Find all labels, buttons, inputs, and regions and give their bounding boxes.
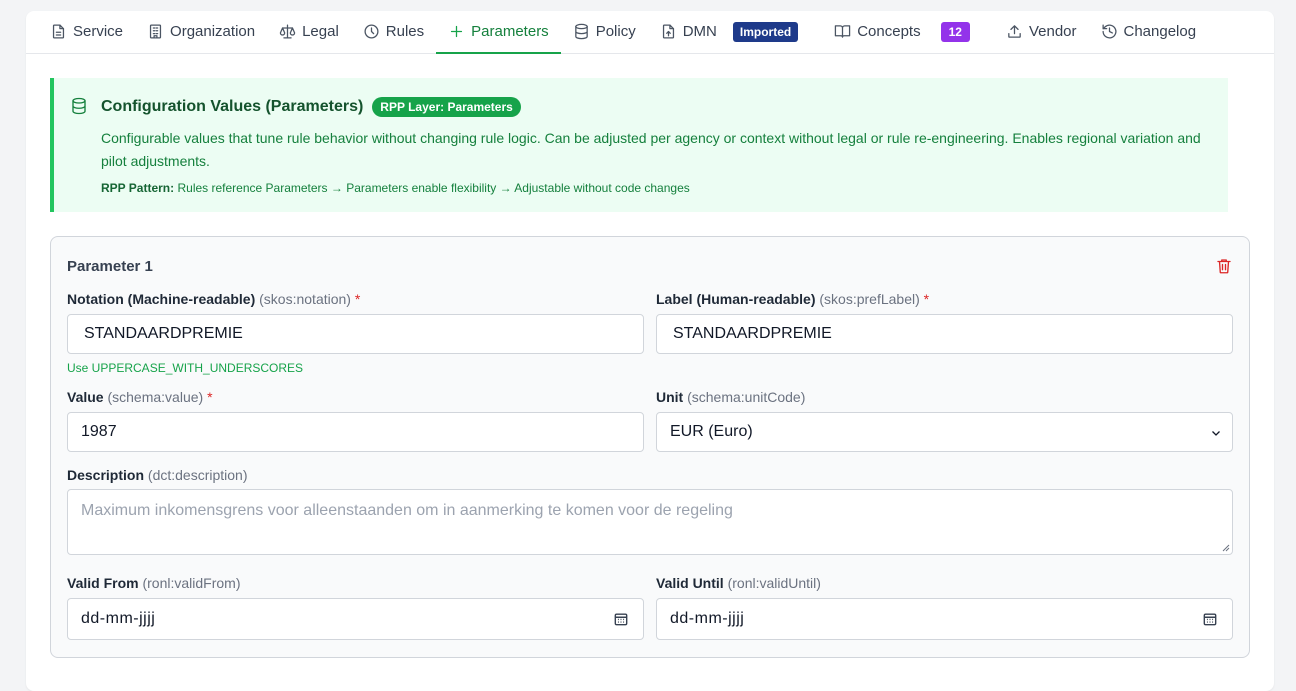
valid-from-date-input[interactable]: dd-mm-jjjj	[67, 598, 644, 640]
description-placeholder: Maximum inkomensgrens voor alleenstaande…	[81, 502, 733, 519]
trash-icon[interactable]	[1215, 257, 1233, 275]
tab-dmn[interactable]: DMN Imported	[648, 11, 811, 54]
book-icon	[834, 25, 851, 38]
valid-from-placeholder: dd-mm-jjjj	[81, 610, 156, 627]
notation-value: STANDAARDPREMIE	[84, 325, 243, 342]
tab-label: Legal	[302, 23, 339, 40]
history-icon	[1101, 24, 1116, 39]
rpp-layer-badge: RPP Layer: Parameters	[372, 97, 521, 117]
valid-until-date-input[interactable]: dd-mm-jjjj	[656, 598, 1233, 640]
notation-hint: (skos:notation)	[259, 291, 351, 307]
tab-label: Changelog	[1123, 23, 1197, 40]
scale-icon	[279, 24, 296, 39]
valid-until-placeholder: dd-mm-jjjj	[670, 610, 745, 627]
tab-label: Service	[73, 23, 124, 40]
tab-parameters[interactable]: Parameters	[436, 11, 561, 54]
document-icon	[52, 24, 65, 39]
tab-concepts[interactable]: Concepts 12	[822, 11, 982, 54]
unit-selected-value: EUR (Euro)	[670, 423, 753, 440]
editor-card: Service Organization Legal Rules Paramet…	[26, 11, 1274, 691]
notation-label-text: Notation (Machine-readable)	[67, 291, 256, 307]
banner-description: Configurable values that tune rule behav…	[101, 130, 1201, 169]
imported-badge: Imported	[732, 21, 799, 42]
unit-label-text: Unit	[656, 389, 684, 405]
tab-label: Parameters	[471, 23, 549, 40]
value-hint: (schema:value)	[107, 389, 204, 405]
tab-label: Policy	[595, 23, 636, 40]
database-icon	[70, 96, 88, 116]
rpp-pattern: RPP Pattern: Rules reference Parameters …	[101, 181, 690, 195]
parameter-title: Parameter 1	[67, 258, 153, 275]
calendar-icon[interactable]	[1203, 612, 1217, 626]
description-label: Description (dct:description)	[67, 467, 248, 483]
unit-hint: (schema:unitCode)	[687, 389, 806, 405]
tab-label: Concepts	[857, 23, 921, 40]
description-textarea[interactable]: Maximum inkomensgrens voor alleenstaande…	[67, 489, 1233, 555]
notation-input[interactable]: STANDAARDPREMIE	[67, 314, 644, 354]
description-label-text: Description	[67, 467, 145, 483]
unit-select[interactable]: EUR (Euro)	[656, 412, 1233, 452]
value-label-text: Value	[67, 389, 104, 405]
value-value: 1987	[81, 423, 117, 440]
valid-from-hint: (ronl:validFrom)	[142, 575, 241, 591]
tab-label: Rules	[385, 23, 425, 40]
tab-changelog[interactable]: Changelog	[1089, 11, 1209, 54]
required-marker: *	[923, 291, 930, 307]
tab-vendor[interactable]: Vendor	[994, 11, 1089, 54]
tab-organization[interactable]: Organization	[135, 11, 267, 54]
concepts-count-badge: 12	[940, 21, 970, 42]
pref-label-label-text: Label (Human-readable)	[656, 291, 816, 307]
pref-label-hint: (skos:prefLabel)	[819, 291, 920, 307]
valid-until-label-text: Valid Until	[656, 575, 724, 591]
banner-title: Configuration Values (Parameters) RPP La…	[101, 97, 521, 117]
valid-until-label: Valid Until (ronl:validUntil)	[656, 575, 821, 591]
tab-label: Organization	[170, 23, 256, 40]
notation-help-text: Use UPPERCASE_WITH_UNDERSCORES	[67, 361, 304, 375]
resize-handle-icon[interactable]	[1222, 544, 1230, 552]
database-icon	[574, 23, 588, 40]
parameter-card: Parameter 1 Notation (Machine-readable) …	[50, 236, 1250, 658]
required-marker: *	[354, 291, 361, 307]
tab-policy[interactable]: Policy	[561, 11, 648, 54]
valid-from-label: Valid From (ronl:validFrom)	[67, 575, 240, 591]
pref-label-input[interactable]: STANDAARDPREMIE	[656, 314, 1233, 354]
tab-label: Vendor	[1028, 23, 1077, 40]
tab-rules[interactable]: Rules	[351, 11, 436, 54]
upload-icon	[1008, 25, 1021, 38]
pref-label-label: Label (Human-readable) (skos:prefLabel) …	[656, 291, 929, 307]
value-label: Value (schema:value) *	[67, 389, 213, 405]
banner-title-text: Configuration Values (Parameters)	[101, 98, 364, 115]
clock-icon	[364, 24, 379, 39]
chevron-down-icon	[1210, 426, 1222, 438]
valid-from-label-text: Valid From	[67, 575, 139, 591]
notation-label: Notation (Machine-readable) (skos:notati…	[67, 291, 360, 307]
value-input[interactable]: 1987	[67, 412, 644, 452]
required-marker: *	[207, 389, 213, 405]
building-icon	[149, 24, 162, 39]
unit-label: Unit (schema:unitCode)	[656, 389, 805, 405]
description-hint: (dct:description)	[147, 467, 248, 483]
file-upload-icon	[662, 24, 674, 39]
tab-legal[interactable]: Legal	[267, 11, 351, 54]
tab-service[interactable]: Service	[38, 11, 135, 54]
pref-label-value: STANDAARDPREMIE	[673, 325, 832, 342]
tab-label: DMN	[682, 23, 717, 40]
rpp-pattern-label: RPP Pattern:	[101, 181, 175, 195]
rpp-pattern-text: Rules reference Parameters → Parameters …	[177, 181, 690, 195]
valid-until-hint: (ronl:validUntil)	[727, 575, 821, 591]
tab-bar: Service Organization Legal Rules Paramet…	[26, 11, 1274, 54]
calendar-icon[interactable]	[614, 612, 628, 626]
parameters-info-banner: Configuration Values (Parameters) RPP La…	[50, 78, 1228, 212]
plus-icon	[451, 25, 463, 38]
